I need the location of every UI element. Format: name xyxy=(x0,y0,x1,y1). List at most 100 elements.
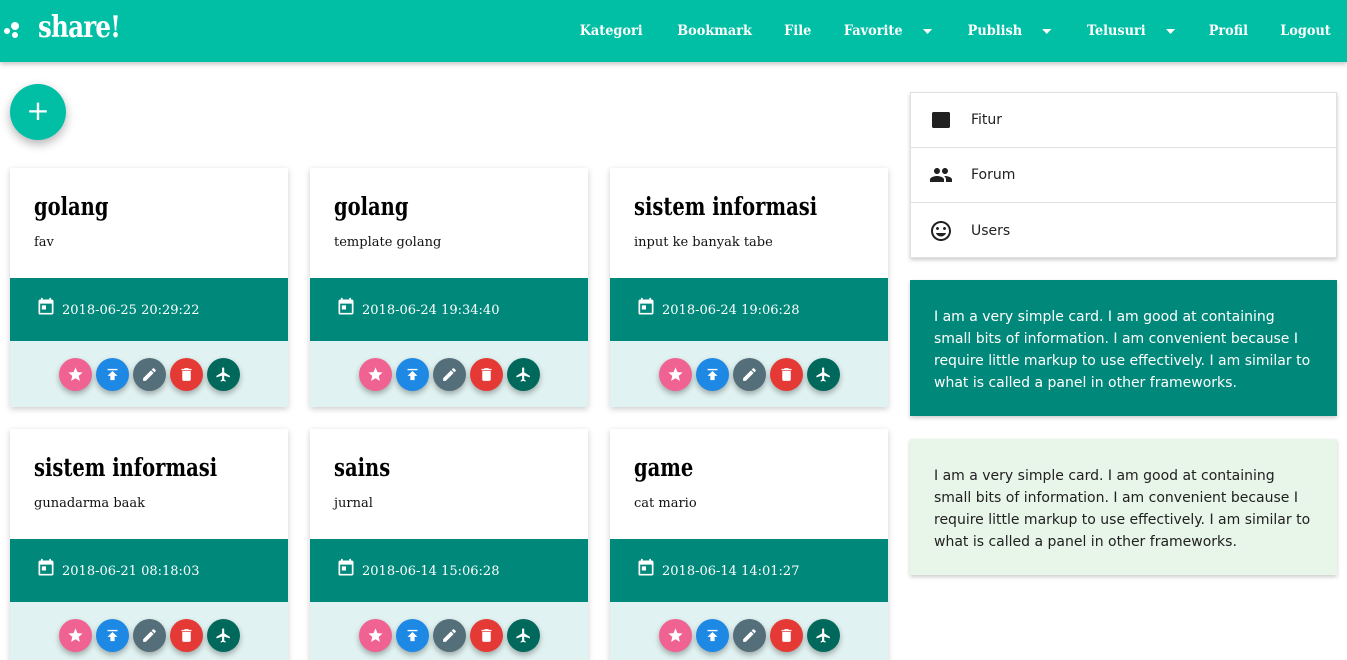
sidebar-item-label: Fitur xyxy=(971,112,1003,128)
airplane-icon xyxy=(215,627,230,643)
delete-button[interactable] xyxy=(769,618,803,652)
post-actions xyxy=(10,602,288,660)
airplane-icon xyxy=(815,366,830,382)
sidebar-item-users[interactable]: Users xyxy=(911,203,1336,258)
nav-item-file[interactable]: File xyxy=(771,0,824,62)
publish-button[interactable] xyxy=(395,618,429,652)
nav-item-kategori[interactable]: Kategori xyxy=(567,0,656,62)
post-title[interactable]: golang xyxy=(334,192,409,221)
post-date-bar: 2018-06-25 20:29:22 xyxy=(10,278,288,341)
edit-button[interactable] xyxy=(432,618,466,652)
airplane-button[interactable] xyxy=(506,618,540,652)
calendar-icon xyxy=(38,558,54,575)
star-icon xyxy=(367,627,383,642)
nav-label: File xyxy=(783,23,812,39)
delete-button[interactable] xyxy=(169,357,203,391)
post-description: gunadarma baak xyxy=(34,496,146,511)
post-title[interactable]: sains xyxy=(334,453,390,482)
publish-button[interactable] xyxy=(95,357,129,391)
post-card: golang fav 2018-06-25 20:29:22 xyxy=(10,168,288,407)
favorite-button[interactable] xyxy=(358,618,392,652)
delete-button[interactable] xyxy=(469,357,503,391)
sidebar-item-label: Forum xyxy=(971,167,1016,183)
post-card: sistem informasi input ke banyak tabe 2018… xyxy=(610,168,888,407)
post-date-bar: 2018-06-24 19:06:28 xyxy=(610,278,888,341)
post-date: 2018-06-14 15:06:28 xyxy=(362,564,500,579)
favorite-button[interactable] xyxy=(58,357,92,391)
post-card: golang template golang 2018-06-24 19:34:40 xyxy=(310,168,588,407)
nav-item-profil[interactable]: Profil xyxy=(1196,0,1261,62)
favorite-button[interactable] xyxy=(358,357,392,391)
post-title[interactable]: golang xyxy=(34,192,109,221)
post-date-bar: 2018-06-14 14:01:27 xyxy=(610,539,888,602)
post-actions xyxy=(610,341,888,407)
smiley-icon xyxy=(931,220,951,241)
favorite-button[interactable] xyxy=(58,618,92,652)
people-icon xyxy=(930,168,952,182)
post-title[interactable]: sistem informasi xyxy=(34,453,217,482)
calendar-icon xyxy=(638,297,654,314)
delete-button[interactable] xyxy=(769,357,803,391)
star-icon xyxy=(67,366,83,381)
edit-button[interactable] xyxy=(132,618,166,652)
edit-button[interactable] xyxy=(732,357,766,391)
nav-label: Bookmark xyxy=(676,23,752,39)
delete-button[interactable] xyxy=(469,618,503,652)
post-title[interactable]: sistem informasi xyxy=(634,192,817,221)
post-description: jurnal xyxy=(334,496,373,511)
nav-item-bookmark[interactable]: Bookmark xyxy=(664,0,764,62)
post-date: 2018-06-24 19:34:40 xyxy=(362,303,500,318)
sidebar-item-fitur[interactable]: Fitur xyxy=(911,93,1336,148)
publish-icon xyxy=(707,629,717,641)
publish-button[interactable] xyxy=(95,618,129,652)
post-actions xyxy=(10,341,288,407)
airplane-button[interactable] xyxy=(206,357,240,391)
edit-button[interactable] xyxy=(132,357,166,391)
airplane-button[interactable] xyxy=(806,618,840,652)
publish-button[interactable] xyxy=(695,618,729,652)
delete-button[interactable] xyxy=(169,618,203,652)
airplane-button[interactable] xyxy=(806,357,840,391)
calendar-icon xyxy=(38,297,54,314)
nav-label: Publish xyxy=(967,23,1023,39)
add-post-button[interactable]: + xyxy=(10,84,66,140)
nav-item-favorite[interactable]: Favorite xyxy=(831,0,945,62)
post-card: sistem informasi gunadarma baak 2018-06-21… xyxy=(10,429,288,660)
star-icon xyxy=(667,366,683,381)
publish-button[interactable] xyxy=(695,357,729,391)
navbar: share! Kategori Bookmark File Favorite P… xyxy=(0,0,1347,62)
nav-item-logout[interactable]: Logout xyxy=(1267,0,1343,62)
star-icon xyxy=(67,627,83,642)
publish-icon xyxy=(107,629,117,641)
favorite-button[interactable] xyxy=(658,618,692,652)
post-title[interactable]: game xyxy=(634,453,693,482)
nav-label: Profil xyxy=(1208,23,1249,39)
nav-item-telusuri[interactable]: Telusuri xyxy=(1074,0,1188,62)
post-date: 2018-06-24 19:06:28 xyxy=(662,303,800,318)
post-date-bar: 2018-06-14 15:06:28 xyxy=(310,539,588,602)
post-description: fav xyxy=(34,235,54,250)
pencil-icon xyxy=(442,367,456,381)
airplane-button[interactable] xyxy=(206,618,240,652)
trash-icon xyxy=(781,628,791,642)
post-date: 2018-06-21 08:18:03 xyxy=(62,564,200,579)
publish-icon xyxy=(107,368,117,380)
pencil-icon xyxy=(742,628,756,642)
nav-item-publish[interactable]: Publish xyxy=(955,0,1065,62)
airplane-icon xyxy=(215,366,230,382)
post-description: cat mario xyxy=(634,496,697,511)
sidebar-item-forum[interactable]: Forum xyxy=(911,148,1336,203)
post-card: sains jurnal 2018-06-14 15:06:28 xyxy=(310,429,588,660)
star-icon xyxy=(367,366,383,381)
info-card-light: I am a very simple card. I am good at co… xyxy=(910,439,1337,575)
post-date-bar: 2018-06-24 19:34:40 xyxy=(310,278,588,341)
nav-label: Kategori xyxy=(579,23,643,39)
favorite-button[interactable] xyxy=(658,357,692,391)
airplane-button[interactable] xyxy=(506,357,540,391)
publish-button[interactable] xyxy=(395,357,429,391)
star-icon xyxy=(667,627,683,642)
card-text: I am a very simple card. I am good at co… xyxy=(934,309,1311,391)
edit-button[interactable] xyxy=(732,618,766,652)
pencil-icon xyxy=(142,367,156,381)
edit-button[interactable] xyxy=(432,357,466,391)
